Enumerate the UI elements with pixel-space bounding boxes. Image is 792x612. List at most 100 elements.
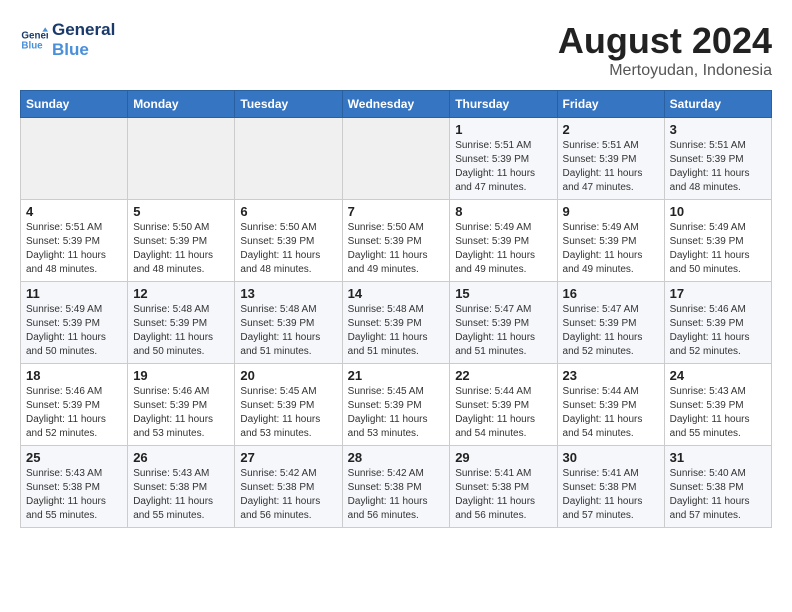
calendar-header: SundayMondayTuesdayWednesdayThursdayFrid… bbox=[21, 91, 772, 118]
calendar-cell bbox=[235, 118, 342, 200]
day-info: Sunrise: 5:49 AM Sunset: 5:39 PM Dayligh… bbox=[670, 221, 766, 277]
calendar-cell: 3Sunrise: 5:51 AM Sunset: 5:39 PM Daylig… bbox=[664, 118, 771, 200]
day-number: 11 bbox=[26, 286, 122, 301]
logo-icon: General Blue bbox=[20, 26, 48, 54]
title-block: August 2024 Mertoyudan, Indonesia bbox=[558, 20, 772, 80]
calendar-cell: 14Sunrise: 5:48 AM Sunset: 5:39 PM Dayli… bbox=[342, 282, 450, 364]
calendar-cell: 20 Sunrise: 5:45 AM Sunset: 5:39 PM Dayli… bbox=[235, 364, 342, 446]
calendar-cell: 8 Sunrise: 5:49 AM Sunset: 5:39 PM Daylig… bbox=[450, 200, 557, 282]
day-number: 1 bbox=[455, 122, 551, 137]
calendar-cell: 28 Sunrise: 5:42 AM Sunset: 5:38 PM Dayli… bbox=[342, 446, 450, 528]
day-info: Sunrise: 5:40 AM Sunset: 5:38 PM Dayligh… bbox=[670, 467, 766, 523]
day-number: 7 bbox=[348, 204, 445, 219]
day-info: Sunrise: 5:47 AM Sunset: 5:39 PM Dayligh… bbox=[455, 303, 551, 359]
day-number: 17 bbox=[670, 286, 766, 301]
calendar-week-row: 11 Sunrise: 5:49 AM Sunset: 5:39 PM Dayli… bbox=[21, 282, 772, 364]
svg-text:Blue: Blue bbox=[21, 41, 43, 52]
day-info: Sunrise: 5:51 AM Sunset: 5:39 PM Dayligh… bbox=[455, 139, 551, 195]
day-number: 31 bbox=[670, 450, 766, 465]
day-number: 25 bbox=[26, 450, 122, 465]
day-info: Sunrise: 5:46 AM Sunset: 5:39 PM Dayligh… bbox=[26, 385, 122, 441]
calendar-cell: 18Sunrise: 5:46 AM Sunset: 5:39 PM Dayli… bbox=[21, 364, 128, 446]
day-number: 8 bbox=[455, 204, 551, 219]
day-number: 20 bbox=[240, 368, 336, 383]
day-number: 19 bbox=[133, 368, 229, 383]
day-number: 21 bbox=[348, 368, 445, 383]
calendar-cell: 5 Sunrise: 5:50 AM Sunset: 5:39 PM Daylig… bbox=[128, 200, 235, 282]
day-number: 12 bbox=[133, 286, 229, 301]
day-number: 9 bbox=[563, 204, 659, 219]
day-number: 23 bbox=[563, 368, 659, 383]
day-number: 6 bbox=[240, 204, 336, 219]
day-number: 28 bbox=[348, 450, 445, 465]
day-info: Sunrise: 5:43 AM Sunset: 5:38 PM Dayligh… bbox=[26, 467, 122, 523]
logo: General Blue General Blue bbox=[20, 20, 115, 61]
day-info: Sunrise: 5:41 AM Sunset: 5:38 PM Dayligh… bbox=[563, 467, 659, 523]
day-number: 29 bbox=[455, 450, 551, 465]
day-info: Sunrise: 5:42 AM Sunset: 5:38 PM Dayligh… bbox=[348, 467, 445, 523]
calendar-cell: 27Sunrise: 5:42 AM Sunset: 5:38 PM Dayli… bbox=[235, 446, 342, 528]
calendar-cell: 16Sunrise: 5:47 AM Sunset: 5:39 PM Dayli… bbox=[557, 282, 664, 364]
weekday-header-monday: Monday bbox=[128, 91, 235, 118]
calendar-cell: 31 Sunrise: 5:40 AM Sunset: 5:38 PM Dayli… bbox=[664, 446, 771, 528]
weekday-header-thursday: Thursday bbox=[450, 91, 557, 118]
calendar-week-row: 1 Sunrise: 5:51 AM Sunset: 5:39 PM Daylig… bbox=[21, 118, 772, 200]
weekday-header-friday: Friday bbox=[557, 91, 664, 118]
day-number: 13 bbox=[240, 286, 336, 301]
day-info: Sunrise: 5:45 AM Sunset: 5:39 PM Dayligh… bbox=[240, 385, 336, 441]
day-info: Sunrise: 5:50 AM Sunset: 5:39 PM Dayligh… bbox=[133, 221, 229, 277]
day-info: Sunrise: 5:43 AM Sunset: 5:39 PM Dayligh… bbox=[670, 385, 766, 441]
calendar-cell: 30 Sunrise: 5:41 AM Sunset: 5:38 PM Dayli… bbox=[557, 446, 664, 528]
calendar-cell: 24 Sunrise: 5:43 AM Sunset: 5:39 PM Dayli… bbox=[664, 364, 771, 446]
day-info: Sunrise: 5:48 AM Sunset: 5:39 PM Dayligh… bbox=[240, 303, 336, 359]
day-number: 4 bbox=[26, 204, 122, 219]
day-info: Sunrise: 5:50 AM Sunset: 5:39 PM Dayligh… bbox=[240, 221, 336, 277]
day-info: Sunrise: 5:45 AM Sunset: 5:39 PM Dayligh… bbox=[348, 385, 445, 441]
day-info: Sunrise: 5:50 AM Sunset: 5:39 PM Dayligh… bbox=[348, 221, 445, 277]
day-info: Sunrise: 5:49 AM Sunset: 5:39 PM Dayligh… bbox=[26, 303, 122, 359]
calendar-cell: 17 Sunrise: 5:46 AM Sunset: 5:39 PM Dayli… bbox=[664, 282, 771, 364]
calendar-cell: 29Sunrise: 5:41 AM Sunset: 5:38 PM Dayli… bbox=[450, 446, 557, 528]
calendar-cell: 4 Sunrise: 5:51 AM Sunset: 5:39 PM Daylig… bbox=[21, 200, 128, 282]
logo-text-line2: Blue bbox=[52, 40, 115, 60]
weekday-header-row: SundayMondayTuesdayWednesdayThursdayFrid… bbox=[21, 91, 772, 118]
calendar-cell: 7 Sunrise: 5:50 AM Sunset: 5:39 PM Daylig… bbox=[342, 200, 450, 282]
page-header: General Blue General Blue August 2024 Me… bbox=[20, 20, 772, 80]
calendar-cell: 10Sunrise: 5:49 AM Sunset: 5:39 PM Dayli… bbox=[664, 200, 771, 282]
calendar-cell: 13 Sunrise: 5:48 AM Sunset: 5:39 PM Dayli… bbox=[235, 282, 342, 364]
calendar-cell: 19Sunrise: 5:46 AM Sunset: 5:39 PM Dayli… bbox=[128, 364, 235, 446]
day-number: 30 bbox=[563, 450, 659, 465]
day-info: Sunrise: 5:51 AM Sunset: 5:39 PM Dayligh… bbox=[26, 221, 122, 277]
calendar-cell: 25 Sunrise: 5:43 AM Sunset: 5:38 PM Dayli… bbox=[21, 446, 128, 528]
day-info: Sunrise: 5:51 AM Sunset: 5:39 PM Dayligh… bbox=[563, 139, 659, 195]
weekday-header-saturday: Saturday bbox=[664, 91, 771, 118]
calendar-cell: 21 Sunrise: 5:45 AM Sunset: 5:39 PM Dayli… bbox=[342, 364, 450, 446]
weekday-header-tuesday: Tuesday bbox=[235, 91, 342, 118]
calendar-cell bbox=[128, 118, 235, 200]
day-number: 26 bbox=[133, 450, 229, 465]
calendar-cell bbox=[342, 118, 450, 200]
calendar-cell: 15Sunrise: 5:47 AM Sunset: 5:39 PM Dayli… bbox=[450, 282, 557, 364]
logo-text-line1: General bbox=[52, 20, 115, 40]
calendar-cell: 12 Sunrise: 5:48 AM Sunset: 5:39 PM Dayli… bbox=[128, 282, 235, 364]
calendar-table: SundayMondayTuesdayWednesdayThursdayFrid… bbox=[20, 90, 772, 528]
calendar-cell: 23Sunrise: 5:44 AM Sunset: 5:39 PM Dayli… bbox=[557, 364, 664, 446]
calendar-cell: 9Sunrise: 5:49 AM Sunset: 5:39 PM Daylig… bbox=[557, 200, 664, 282]
calendar-week-row: 4 Sunrise: 5:51 AM Sunset: 5:39 PM Daylig… bbox=[21, 200, 772, 282]
calendar-cell bbox=[21, 118, 128, 200]
day-number: 24 bbox=[670, 368, 766, 383]
day-info: Sunrise: 5:43 AM Sunset: 5:38 PM Dayligh… bbox=[133, 467, 229, 523]
day-number: 22 bbox=[455, 368, 551, 383]
calendar-cell: 2Sunrise: 5:51 AM Sunset: 5:39 PM Daylig… bbox=[557, 118, 664, 200]
calendar-cell: 6 Sunrise: 5:50 AM Sunset: 5:39 PM Daylig… bbox=[235, 200, 342, 282]
day-info: Sunrise: 5:48 AM Sunset: 5:39 PM Dayligh… bbox=[133, 303, 229, 359]
calendar-subtitle: Mertoyudan, Indonesia bbox=[558, 62, 772, 80]
day-info: Sunrise: 5:49 AM Sunset: 5:39 PM Dayligh… bbox=[455, 221, 551, 277]
calendar-title: August 2024 bbox=[558, 20, 772, 62]
day-number: 5 bbox=[133, 204, 229, 219]
day-info: Sunrise: 5:46 AM Sunset: 5:39 PM Dayligh… bbox=[670, 303, 766, 359]
weekday-header-sunday: Sunday bbox=[21, 91, 128, 118]
day-info: Sunrise: 5:44 AM Sunset: 5:39 PM Dayligh… bbox=[455, 385, 551, 441]
day-number: 27 bbox=[240, 450, 336, 465]
day-number: 16 bbox=[563, 286, 659, 301]
